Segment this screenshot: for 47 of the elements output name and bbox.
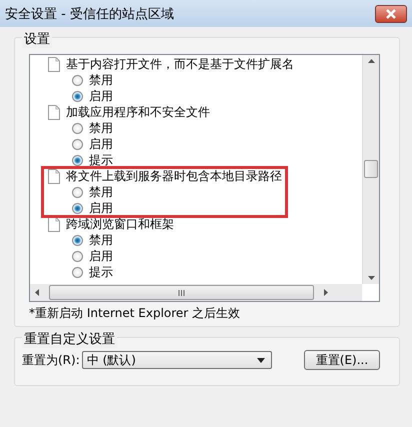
restart-note: *重新启动 Internet Explorer 之后生效	[29, 306, 242, 321]
radio-button[interactable]	[72, 186, 83, 198]
radio-option[interactable]: 提示	[72, 264, 174, 280]
radio-option[interactable]: 启用	[72, 248, 174, 264]
group-label: 设置	[22, 30, 52, 48]
vertical-scrollbar[interactable]	[362, 55, 379, 284]
scroll-left-icon[interactable]	[35, 289, 39, 296]
dropdown-arrow-icon	[256, 358, 265, 362]
radio-button[interactable]	[72, 90, 83, 102]
scroll-thumb[interactable]	[364, 160, 378, 178]
radio-button[interactable]	[72, 74, 83, 86]
radio-option[interactable]: 禁用	[72, 120, 210, 136]
radio-button[interactable]	[72, 154, 83, 166]
radio-option[interactable]: 禁用	[72, 184, 282, 200]
reset-button[interactable]: 重置(E)...	[304, 350, 380, 370]
window-title: 安全设置 - 受信任的站点区域	[5, 6, 174, 22]
scroll-right-icon[interactable]	[324, 289, 328, 296]
radio-button[interactable]	[72, 234, 83, 246]
scroll-down-icon[interactable]	[368, 276, 374, 280]
document-icon	[48, 216, 60, 232]
document-icon	[48, 168, 60, 184]
radio-button[interactable]	[72, 266, 83, 278]
radio-button[interactable]	[72, 122, 83, 134]
radio-option[interactable]: 启用	[72, 136, 210, 152]
radio-option[interactable]: 提示	[72, 152, 210, 168]
close-button[interactable]	[375, 4, 407, 22]
setting-title: 将文件上载到服务器时包含本地目录路径	[66, 168, 282, 184]
grip-icon	[178, 290, 185, 296]
horizontal-scrollbar[interactable]	[30, 284, 362, 301]
document-icon	[48, 104, 60, 120]
radio-button[interactable]	[72, 250, 83, 262]
radio-button[interactable]	[72, 138, 83, 150]
radio-button[interactable]	[72, 202, 83, 214]
radio-option[interactable]: 禁用	[72, 232, 174, 248]
setting-title: 基于内容打开文件，而不是基于文件扩展名	[66, 56, 294, 72]
close-icon	[385, 8, 397, 18]
scroll-thumb[interactable]	[49, 285, 314, 300]
setting-title: 跨域浏览窗口和框架	[66, 216, 174, 232]
radio-option[interactable]: 启用	[72, 200, 282, 216]
setting-title: 加载应用程序和不安全文件	[66, 104, 210, 120]
scroll-up-icon[interactable]	[368, 59, 374, 63]
reset-field-label: 重置为(R):	[22, 352, 80, 368]
group-label: 重置自定义设置	[22, 330, 117, 348]
reset-level-dropdown[interactable]: 中 (默认)	[82, 351, 272, 369]
radio-option[interactable]: 禁用	[72, 72, 294, 88]
radio-option[interactable]: 启用	[72, 88, 294, 104]
document-icon	[48, 56, 60, 72]
